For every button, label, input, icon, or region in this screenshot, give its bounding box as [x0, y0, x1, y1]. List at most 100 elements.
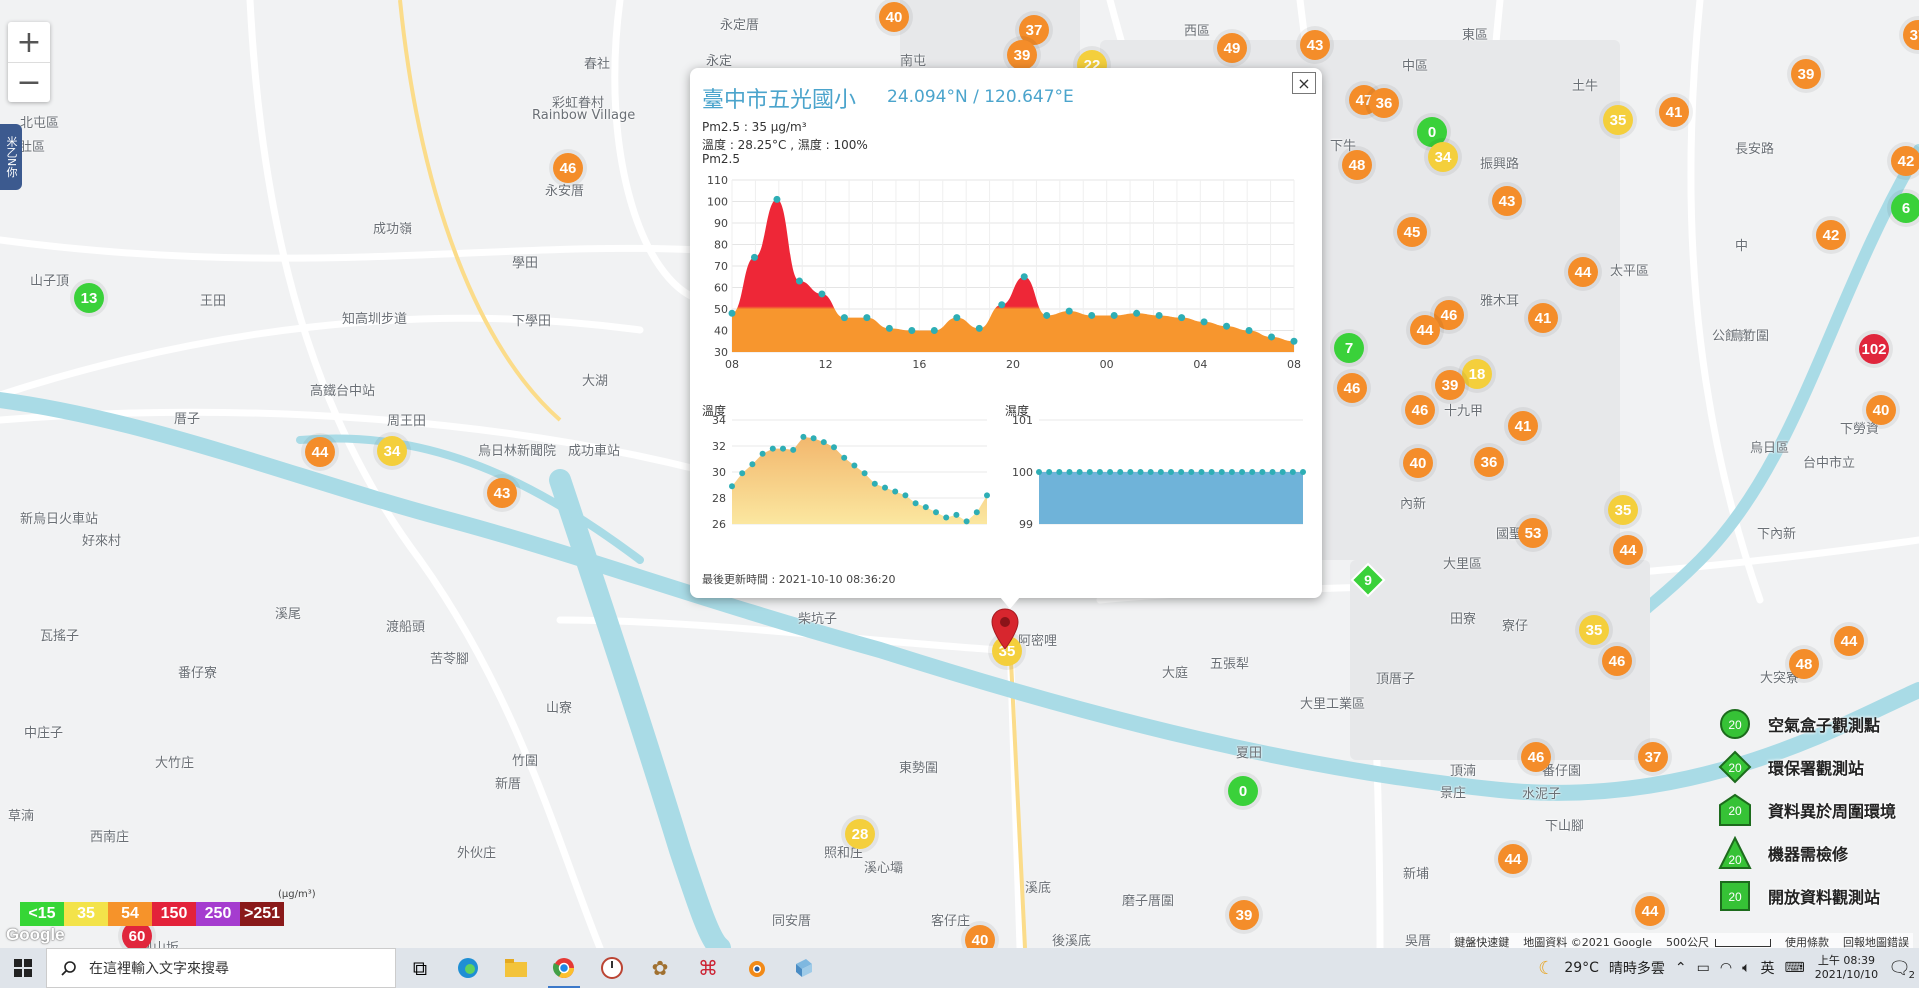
- aq-station-marker[interactable]: 39: [1791, 59, 1821, 89]
- aq-station-marker[interactable]: 46: [1405, 395, 1435, 425]
- aq-station-marker[interactable]: 43: [487, 478, 517, 508]
- battery-icon[interactable]: ▭: [1697, 960, 1710, 976]
- temperature-chart: 26 28 30 32 34: [712, 414, 990, 531]
- aq-station-marker[interactable]: 46: [553, 153, 583, 183]
- start-button[interactable]: [0, 948, 46, 988]
- chevron-up-icon[interactable]: ⌃: [1675, 960, 1687, 976]
- station-legend-item[interactable]: 20 空氣盒子觀測點: [1718, 702, 1896, 745]
- aq-station-marker[interactable]: 44: [1498, 844, 1528, 874]
- place-label: 成功車站: [568, 444, 621, 459]
- taskbar-app-chrome[interactable]: [540, 948, 588, 988]
- attribution-item[interactable]: 鍵盤快速鍵: [1454, 934, 1509, 948]
- weather-temp[interactable]: 29°C: [1564, 960, 1599, 976]
- aq-station-marker[interactable]: 43: [1300, 30, 1330, 60]
- taskbar-app-game[interactable]: ✿: [636, 948, 684, 988]
- aq-station-marker[interactable]: 49: [1217, 33, 1247, 63]
- place-label: 台中市立: [1803, 456, 1856, 471]
- aq-station-marker[interactable]: 44: [1410, 315, 1440, 345]
- aq-station-marker[interactable]: 46: [1521, 742, 1551, 772]
- google-logo: Google: [6, 925, 65, 944]
- aq-station-marker[interactable]: 7: [1334, 333, 1364, 363]
- aqi-unit-label: (μg/m³): [278, 889, 316, 900]
- aq-station-marker[interactable]: 39: [1229, 900, 1259, 930]
- aq-station-marker[interactable]: 18: [1462, 359, 1492, 389]
- aq-station-marker[interactable]: 39: [1435, 370, 1465, 400]
- zoom-out-button[interactable]: −: [8, 62, 50, 102]
- zoom-in-button[interactable]: +: [8, 22, 50, 62]
- aq-station-marker[interactable]: 44: [305, 437, 335, 467]
- aq-station-marker[interactable]: 42: [1891, 146, 1919, 176]
- task-view-button[interactable]: ⧉: [396, 948, 444, 988]
- place-label: 南屯: [900, 54, 927, 69]
- aq-station-marker[interactable]: 41: [1508, 411, 1538, 441]
- epa-station-marker[interactable]: 9: [1350, 562, 1386, 598]
- location-pin-icon[interactable]: [990, 607, 1020, 651]
- y-tick-label: 30: [712, 466, 726, 479]
- place-label: 東區: [1462, 28, 1489, 43]
- place-label: 大竹庄: [155, 756, 195, 771]
- place-label: 下內新: [1757, 527, 1797, 542]
- aq-station-marker[interactable]: 45: [1397, 217, 1427, 247]
- side-panel-tab[interactable]: 米乙N你: [0, 124, 22, 190]
- aq-station-marker[interactable]: 37: [1638, 742, 1668, 772]
- aq-station-marker[interactable]: 40: [965, 925, 995, 948]
- aq-station-marker[interactable]: 43: [1492, 186, 1522, 216]
- aq-station-marker[interactable]: 35: [1603, 105, 1633, 135]
- station-legend-item[interactable]: 20 環保署觀測站: [1718, 745, 1896, 788]
- aq-station-marker[interactable]: 53: [1518, 518, 1548, 548]
- station-legend-item[interactable]: 20 開放資料觀測站: [1718, 874, 1896, 917]
- aq-station-marker[interactable]: 48: [1342, 150, 1372, 180]
- place-label: 夏田: [1236, 746, 1263, 761]
- taskbar-app-blender[interactable]: [732, 948, 780, 988]
- network-icon[interactable]: ◠: [1720, 960, 1732, 976]
- notification-icon[interactable]: 🗨︎ 2: [1888, 958, 1915, 981]
- aq-station-marker[interactable]: 41: [1659, 97, 1689, 127]
- aq-station-marker[interactable]: 46: [1337, 373, 1367, 403]
- pm25-point: [1223, 322, 1231, 330]
- aq-station-marker[interactable]: 44: [1635, 896, 1665, 926]
- aq-station-marker[interactable]: 35: [1579, 615, 1609, 645]
- aq-station-marker[interactable]: 0: [1228, 776, 1258, 806]
- aq-station-marker[interactable]: 34: [377, 436, 407, 466]
- keyboard-icon[interactable]: ⌨: [1785, 960, 1805, 976]
- place-label: 大里區: [1443, 557, 1483, 572]
- aq-station-marker[interactable]: 40: [1866, 395, 1896, 425]
- attribution-item[interactable]: 使用條款: [1785, 934, 1829, 948]
- aq-station-marker[interactable]: 36: [1474, 447, 1504, 477]
- taskbar-app-edge[interactable]: [444, 948, 492, 988]
- ime-indicator[interactable]: 英: [1761, 958, 1775, 978]
- taskbar-clock[interactable]: 上午 08:39 2021/10/10: [1815, 954, 1878, 982]
- aq-station-marker[interactable]: 46: [1602, 646, 1632, 676]
- aq-station-marker[interactable]: 41: [1528, 303, 1558, 333]
- aq-station-marker[interactable]: 42: [1816, 220, 1846, 250]
- aq-station-marker[interactable]: 35: [1608, 495, 1638, 525]
- taskbar-app-clock[interactable]: [588, 948, 636, 988]
- attribution-item[interactable]: 500公尺: [1666, 934, 1771, 948]
- aq-station-marker[interactable]: 28: [845, 819, 875, 849]
- taskbar-search-box[interactable]: 在這裡輸入文字來搜尋: [46, 948, 396, 988]
- aq-station-marker[interactable]: 36: [1369, 88, 1399, 118]
- place-label: 同安厝: [772, 914, 812, 929]
- aq-station-marker[interactable]: 39: [1007, 40, 1037, 70]
- aq-station-marker[interactable]: 44: [1613, 535, 1643, 565]
- taskbar-app-explorer[interactable]: [492, 948, 540, 988]
- close-popup-button[interactable]: ×: [1292, 72, 1316, 94]
- station-legend-item[interactable]: 20 機器需檢修: [1718, 831, 1896, 874]
- aq-station-marker[interactable]: 34: [1428, 142, 1458, 172]
- aq-station-marker[interactable]: 44: [1834, 626, 1864, 656]
- aq-station-marker[interactable]: 40: [879, 2, 909, 32]
- volume-icon[interactable]: 🔈︎: [1742, 960, 1750, 976]
- aq-station-marker[interactable]: 102: [1859, 334, 1889, 364]
- attribution-item[interactable]: 回報地圖錯誤: [1843, 934, 1909, 948]
- aq-station-marker[interactable]: 48: [1789, 649, 1819, 679]
- taskbar-app-tool[interactable]: ⌘: [684, 948, 732, 988]
- humidity-point: [1046, 469, 1053, 475]
- taskbar-app-other[interactable]: [780, 948, 828, 988]
- aq-station-marker[interactable]: 44: [1568, 257, 1598, 287]
- aq-station-marker[interactable]: 6: [1891, 193, 1919, 223]
- aq-station-marker[interactable]: 13: [74, 283, 104, 313]
- weather-text[interactable]: 晴時多雲: [1609, 958, 1665, 978]
- aq-station-marker[interactable]: 40: [1403, 448, 1433, 478]
- station-legend-item[interactable]: 20 資料異於周圍環境: [1718, 788, 1896, 831]
- map-canvas[interactable]: 永定厝 西區 東區 中區 春社 永定 南屯 土牛 彩虹眷村 Rainbow Village 振興路長…: [0, 0, 1919, 948]
